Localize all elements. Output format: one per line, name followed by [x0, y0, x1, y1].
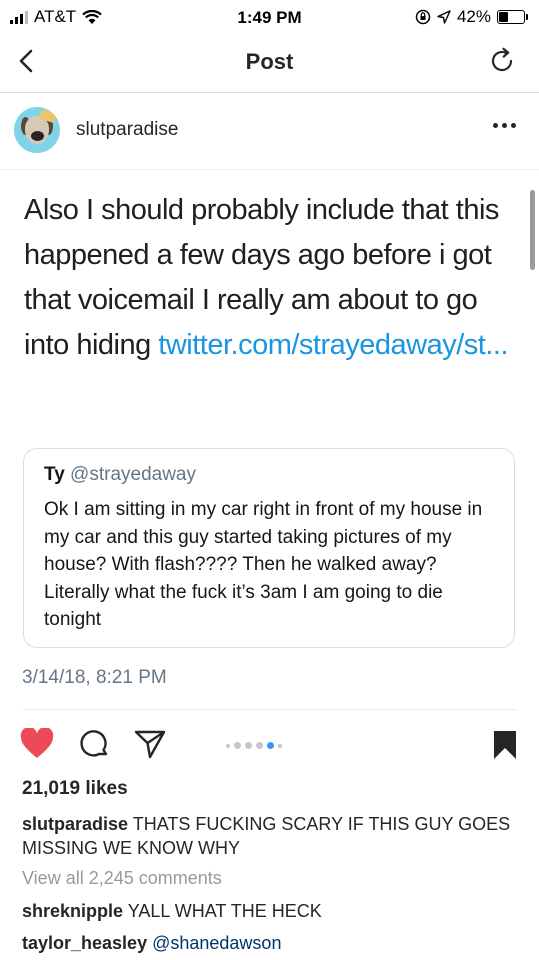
location-icon	[437, 10, 451, 24]
tweet-timestamp: 3/14/18, 8:21 PM	[22, 667, 167, 688]
carousel-dot	[278, 743, 282, 748]
post-username[interactable]: slutparadise	[76, 119, 178, 141]
caption: slutparadise THATS FUCKING SCARY IF THIS…	[22, 812, 522, 860]
share-icon[interactable]	[134, 729, 166, 759]
comment-username[interactable]: taylor_heasley	[22, 933, 147, 953]
quoted-tweet-name: Ty	[44, 464, 65, 485]
scrollbar[interactable]	[530, 190, 535, 270]
battery-percent: 42%	[456, 7, 491, 26]
quoted-tweet-header: Ty @strayedaway	[44, 464, 196, 486]
comment-icon[interactable]	[79, 728, 111, 760]
carousel-dot	[245, 742, 252, 749]
action-bar	[0, 720, 539, 770]
battery-fill	[499, 12, 509, 22]
status-right: 42%	[415, 7, 528, 27]
nav-bar: Post	[0, 34, 539, 93]
view-all-comments[interactable]: View all 2,245 comments	[22, 868, 222, 889]
avatar[interactable]	[14, 107, 60, 153]
comment-mention[interactable]: @shanedawson	[152, 933, 281, 953]
refresh-icon[interactable]	[487, 46, 517, 76]
rotation-lock-icon	[415, 9, 431, 25]
bookmark-icon[interactable]	[492, 730, 518, 760]
comment-text: YALL WHAT THE HECK	[127, 901, 322, 921]
avatar-snout	[31, 131, 44, 141]
status-bar: AT&T 1:49 PM 42%	[0, 0, 539, 34]
likes-count[interactable]: 21,019 likes	[22, 778, 128, 800]
quoted-tweet-body: Ok I am sitting in my car right in front…	[44, 499, 483, 630]
tweet-text: Also I should probably include that this…	[24, 188, 524, 368]
more-options-icon[interactable]	[493, 123, 517, 131]
page-title: Post	[245, 49, 294, 74]
battery-icon	[497, 10, 528, 24]
post-header: slutparadise	[0, 93, 539, 170]
comment-item: shreknipple YALL WHAT THE HECK	[22, 901, 322, 922]
quoted-tweet-handle: @strayedaway	[70, 464, 196, 485]
comment-item: taylor_heasley @shanedawson	[22, 933, 281, 954]
quoted-tweet[interactable]: Ty @strayedaway Ok I am sitting in my ca…	[23, 448, 515, 648]
tweet-link[interactable]: twitter.com/strayedaway/st...	[158, 329, 508, 361]
carousel-dot	[226, 743, 230, 748]
carousel-dot	[256, 742, 263, 749]
comment-username[interactable]: shreknipple	[22, 901, 123, 921]
carousel-dot	[267, 742, 274, 749]
heart-icon[interactable]	[20, 728, 54, 760]
divider	[22, 709, 517, 710]
carousel-dot	[234, 742, 241, 749]
caption-username[interactable]: slutparadise	[22, 814, 128, 834]
carousel-indicator	[226, 742, 282, 749]
